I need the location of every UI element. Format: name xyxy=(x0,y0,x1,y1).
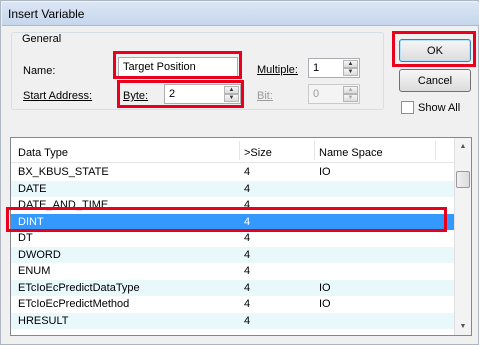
vertical-scrollbar[interactable]: ▲ ▼ xyxy=(454,138,471,335)
cancel-button[interactable]: Cancel xyxy=(399,69,471,92)
name-label: Name: xyxy=(23,65,56,77)
cell-name-space: IO xyxy=(319,166,331,178)
cell-data-type: DT xyxy=(18,232,33,244)
list-row-selected[interactable]: DINT 4 xyxy=(11,213,455,230)
cell-size: 4 xyxy=(244,248,251,261)
cell-data-type: HRESULT xyxy=(18,314,69,327)
cell-size: 4 xyxy=(244,314,251,327)
column-header-data-type[interactable]: Data Type xyxy=(18,147,68,159)
cell-size: 4 xyxy=(244,166,251,178)
bit-value: 0 xyxy=(313,88,320,100)
cell-data-type: DINT xyxy=(18,215,44,228)
cell-size: 4 xyxy=(244,182,251,195)
column-header-name-space[interactable]: Name Space xyxy=(319,147,383,159)
cell-size: 4 xyxy=(244,215,251,228)
bit-stepper: 0 ▲ ▼ xyxy=(308,84,360,104)
cell-size: 4 xyxy=(244,232,251,244)
cell-data-type: ETcIoEcPredictMethod xyxy=(18,298,130,310)
cell-name-space: IO xyxy=(319,281,331,294)
data-type-list[interactable]: Data Type >Size Name Space BX_KBUS_STATE… xyxy=(10,137,472,336)
insert-variable-dialog: Insert Variable General Name: Target Pos… xyxy=(0,0,479,345)
scroll-down-arrow-icon[interactable]: ▼ xyxy=(455,318,471,335)
cell-data-type: BX_KBUS_STATE xyxy=(18,166,109,178)
cell-data-type: ENUM xyxy=(18,265,51,277)
list-row[interactable]: ENUM 4 xyxy=(11,263,455,280)
list-row[interactable]: ETcIoEcPredictDataType 4 IO xyxy=(11,279,455,296)
show-all-checkbox[interactable] xyxy=(401,101,414,114)
cell-data-type: DATE xyxy=(18,182,47,195)
multiple-stepper[interactable]: 1 ▲ ▼ xyxy=(308,58,360,78)
triangle-down-icon[interactable]: ▼ xyxy=(343,68,358,76)
triangle-up-icon[interactable]: ▲ xyxy=(224,86,239,94)
byte-value: 2 xyxy=(169,88,176,100)
window-title: Insert Variable xyxy=(8,7,85,21)
cell-size: 4 xyxy=(244,199,251,211)
list-row[interactable]: DWORD 4 xyxy=(11,246,455,263)
bit-label: Bit: xyxy=(257,90,273,102)
cell-size: 4 xyxy=(244,265,251,277)
name-field[interactable]: Target Position xyxy=(118,57,238,78)
multiple-label: Multiple: xyxy=(257,64,298,76)
general-legend: General xyxy=(19,33,65,45)
multiple-value: 1 xyxy=(313,62,320,74)
list-row[interactable]: DATE_AND_TIME 4 xyxy=(11,197,455,214)
list-rows: BX_KBUS_STATE 4 IO DATE 4 DATE_AND_TIME … xyxy=(11,164,455,329)
triangle-up-icon[interactable]: ▲ xyxy=(343,60,358,68)
show-all-label: Show All xyxy=(418,102,461,114)
list-header: Data Type >Size Name Space xyxy=(11,138,455,163)
column-header-size[interactable]: >Size xyxy=(244,147,272,159)
scrollbar-thumb[interactable] xyxy=(456,171,470,188)
cell-data-type: DWORD xyxy=(18,248,61,261)
triangle-down-icon: ▼ xyxy=(343,94,358,102)
list-row[interactable]: DATE 4 xyxy=(11,180,455,197)
byte-stepper[interactable]: 2 ▲ ▼ xyxy=(164,84,241,104)
ok-button[interactable]: OK xyxy=(399,39,471,62)
cell-name-space: IO xyxy=(319,298,331,310)
start-address-label: Start Address: xyxy=(23,90,93,102)
list-row[interactable]: BX_KBUS_STATE 4 IO xyxy=(11,164,455,181)
scroll-up-arrow-icon[interactable]: ▲ xyxy=(455,138,471,155)
triangle-down-icon[interactable]: ▼ xyxy=(224,94,239,102)
cell-size: 4 xyxy=(244,298,251,310)
cell-size: 4 xyxy=(244,281,251,294)
cell-data-type: ETcIoEcPredictDataType xyxy=(18,281,140,294)
cell-data-type: DATE_AND_TIME xyxy=(18,199,109,211)
triangle-up-icon: ▲ xyxy=(343,86,358,94)
list-row[interactable]: DT 4 xyxy=(11,230,455,247)
byte-label: Byte: xyxy=(123,90,149,102)
list-row[interactable]: ETcIoEcPredictMethod 4 IO xyxy=(11,296,455,313)
list-row[interactable]: HRESULT 4 xyxy=(11,312,455,329)
title-bar[interactable]: Insert Variable xyxy=(2,2,479,26)
